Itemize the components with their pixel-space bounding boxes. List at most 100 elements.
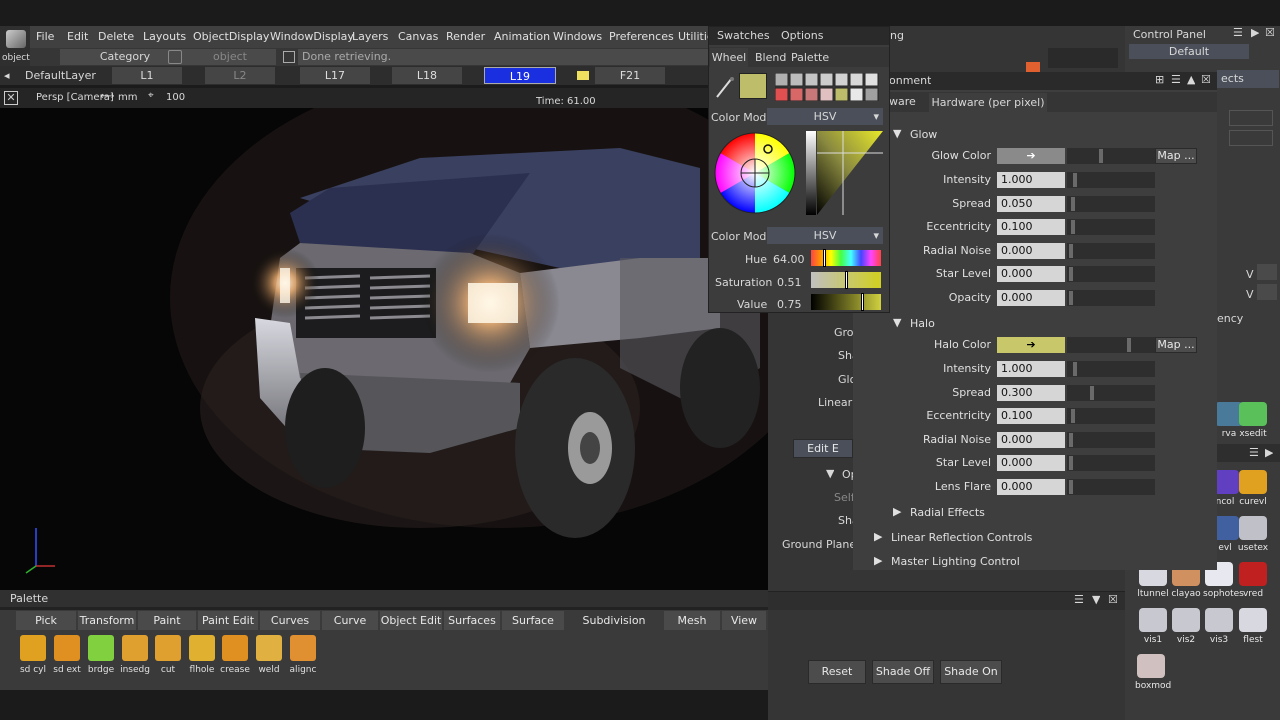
glow-radial-noise-field[interactable]: 0.000 [997,242,1065,259]
linear-reflection-arrow-icon[interactable]: ▶ [874,530,882,543]
glow-intensity-slider-knob[interactable] [1073,173,1078,187]
value-strip[interactable] [806,131,816,215]
shelf-play-icon[interactable]: ▶ [1265,446,1273,459]
env-tab-software[interactable]: ware [889,95,916,108]
glow-spread-slider[interactable] [1067,195,1155,212]
reset-button[interactable]: Reset [808,660,866,684]
object-field[interactable]: object [184,49,276,65]
halo-intensity-slider-knob[interactable] [1073,362,1078,376]
cp-v-field-2[interactable] [1257,284,1277,300]
glow-color-slider[interactable] [1067,148,1155,164]
halo-color-slider[interactable] [1067,337,1155,353]
halo-star-level-slider[interactable] [1067,455,1155,471]
glow-section-label[interactable]: Glow [910,128,937,141]
cp-play-icon[interactable]: ▶ [1251,26,1259,39]
tool-alignc[interactable]: alignc [286,635,320,675]
halo-spread-slider-knob[interactable] [1090,385,1094,400]
shelf-boxmod[interactable]: boxmod [1135,654,1171,691]
glow-spread-slider-knob[interactable] [1070,196,1075,211]
menu-delete[interactable]: Delete [98,30,134,43]
halo-color-swatch[interactable]: ➔ [997,337,1065,353]
swatch-grid[interactable] [774,72,879,102]
halo-arrow-icon[interactable]: ▼ [893,316,901,329]
glow-radial-noise-slider[interactable] [1067,242,1155,259]
halo-spread-field[interactable]: 0.300 [997,384,1065,401]
tab-pick[interactable]: Pick [16,611,76,630]
menu-windows[interactable]: Windows [553,30,602,43]
halo-lens-flare-slider[interactable] [1067,478,1155,495]
menu-windowdisplay[interactable]: WindowDisplay [270,30,354,43]
radial-effects-label[interactable]: Radial Effects [910,506,985,519]
menu-objectdisplay[interactable]: ObjectDisplay [193,30,269,43]
halo-radial-noise-slider[interactable] [1067,431,1155,448]
tool-sd-ext[interactable]: sd ext [50,635,84,675]
layer-l2[interactable]: L2 [205,67,275,84]
menu-render[interactable]: Render [446,30,485,43]
hue-value[interactable]: 64.00 [773,253,805,266]
glow-radial-noise-slider-knob[interactable] [1069,243,1073,258]
tab-surface-edit[interactable]: Surface Edit [502,611,564,646]
mid-sub-down-icon[interactable]: ▼ [1092,593,1100,606]
shelf-list-icon[interactable]: ☰ [1249,446,1259,459]
tab-view[interactable]: View [722,611,766,630]
glow-star-level-field[interactable]: 0.000 [997,266,1065,282]
env-list-icon[interactable]: ☰ [1171,73,1181,86]
glow-opacity-field[interactable]: 0.000 [997,289,1065,306]
cp-objects-tab[interactable]: ects [1217,70,1279,88]
tool-cut[interactable]: cut [151,635,185,675]
glow-opacity-slider[interactable] [1067,289,1155,306]
tab-subdivision[interactable]: Subdivision [566,611,662,630]
saturation-slider-knob[interactable] [844,271,848,289]
halo-star-level-slider-knob[interactable] [1069,456,1073,470]
menu-file[interactable]: File [36,30,54,43]
value-slider-knob[interactable] [860,293,864,311]
saturation-value[interactable]: 0.51 [777,276,802,289]
glow-map-button[interactable]: Map ... [1155,148,1197,164]
tab-object-edit[interactable]: Object Edit [380,611,442,630]
env-up-icon[interactable]: ▲ [1187,73,1195,86]
shelf-xsedit[interactable]: xsedit [1237,402,1269,439]
shelf-usetex[interactable]: usetex [1237,516,1269,553]
shade-off-button[interactable]: Shade Off [872,660,934,684]
tab-paint-edit[interactable]: Paint Edit [198,611,258,630]
cp-close-icon[interactable]: ☒ [1265,26,1275,39]
value-slider[interactable] [811,293,881,311]
mid-op-arrow-icon[interactable]: ▼ [826,467,834,480]
glow-eccentricity-slider[interactable] [1067,219,1155,235]
glow-eccentricity-field[interactable]: 0.100 [997,219,1065,235]
linear-reflection-label[interactable]: Linear Reflection Controls [891,531,1032,544]
app-icon-area[interactable]: object [0,26,30,66]
glow-eccentricity-slider-knob[interactable] [1070,220,1075,234]
glow-spread-field[interactable]: 0.050 [997,195,1065,212]
halo-intensity-slider[interactable] [1067,361,1155,377]
menu-canvas[interactable]: Canvas [398,30,438,43]
tab-paint[interactable]: Paint [138,611,196,630]
shelf-flest[interactable]: flest [1237,608,1269,645]
cp-list-icon[interactable]: ☰ [1233,26,1243,39]
glow-opacity-slider-knob[interactable] [1069,290,1073,305]
halo-map-button[interactable]: Map ... [1155,337,1197,353]
glow-star-level-slider[interactable] [1067,266,1155,282]
shelf-curevl[interactable]: curevl [1237,470,1269,507]
halo-eccentricity-slider-knob[interactable] [1070,409,1075,423]
mid-sub-list-icon[interactable]: ☰ [1074,593,1084,606]
glow-intensity-field[interactable]: 1.000 [997,172,1065,188]
eyedropper-icon[interactable] [715,75,735,99]
layer-l19[interactable]: L19 [484,67,556,84]
swatch-tab-swatches[interactable]: Swatches [717,29,770,42]
tool-crease[interactable]: crease [218,635,252,675]
sv-triangle[interactable] [817,131,883,215]
tab-curves[interactable]: Curves [260,611,320,630]
value-value[interactable]: 0.75 [777,298,802,311]
mid-edit-button[interactable]: Edit E [793,439,853,458]
tool-brdge[interactable]: brdge [84,635,118,675]
master-lighting-arrow-icon[interactable]: ▶ [874,554,882,567]
current-color-swatch[interactable] [739,73,767,99]
env-tab-hardware[interactable]: Hardware (per pixel) [929,93,1047,112]
color-wheel[interactable] [713,131,797,215]
env-add-icon[interactable]: ⊞ [1155,73,1164,86]
glow-color-swatch[interactable]: ➔ [997,148,1065,164]
glow-star-level-slider-knob[interactable] [1069,267,1073,281]
halo-intensity-field[interactable]: 1.000 [997,361,1065,377]
shelf-vis2[interactable]: vis2 [1170,608,1202,645]
